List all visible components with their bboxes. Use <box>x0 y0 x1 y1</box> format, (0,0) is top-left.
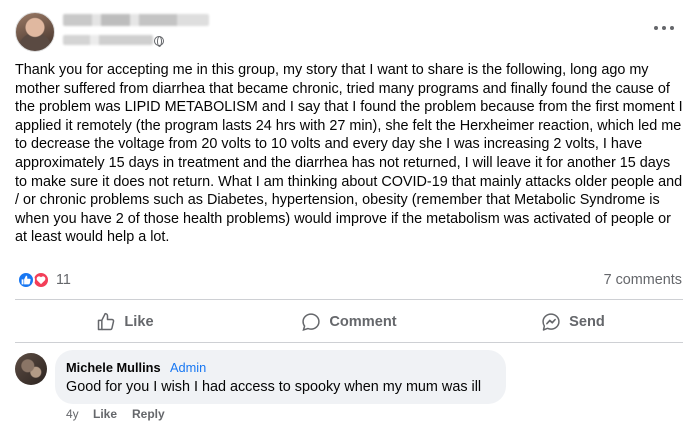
admin-badge: Admin <box>170 360 207 375</box>
divider <box>15 299 683 300</box>
send-button-label: Send <box>569 314 605 330</box>
comments-count[interactable]: 7 comments <box>604 272 682 288</box>
reactions-summary[interactable]: 11 <box>17 271 71 289</box>
comment-icon <box>302 313 321 332</box>
comment-bubble <box>55 350 506 404</box>
more-options-icon[interactable] <box>654 22 674 34</box>
commenter-name[interactable]: Michele Mullins <box>66 360 161 375</box>
post-body: Thank you for accepting me in this group… <box>15 62 683 246</box>
comment-button[interactable]: Comment <box>238 306 460 338</box>
like-reaction-icon <box>17 271 35 289</box>
divider <box>15 342 683 343</box>
comment-timestamp[interactable]: 4y <box>66 407 79 421</box>
reactions-count: 11 <box>56 272 71 288</box>
send-icon <box>542 313 560 331</box>
comment-button-label: Comment <box>329 314 397 330</box>
post-card: Thank you for accepting me in this group… <box>0 0 698 424</box>
author-name-redacted[interactable] <box>63 14 209 26</box>
comment-reply-link[interactable]: Reply <box>132 407 165 421</box>
post-timestamp-redacted[interactable] <box>63 35 153 45</box>
comment-text: Good for you I wish I had access to spoo… <box>66 379 482 395</box>
like-button[interactable]: Like <box>15 306 235 338</box>
like-icon <box>98 312 115 331</box>
globe-icon <box>154 36 164 47</box>
comment-like-link[interactable]: Like <box>93 407 117 421</box>
send-button[interactable]: Send <box>463 306 683 338</box>
like-button-label: Like <box>124 314 154 330</box>
commenter-avatar[interactable] <box>15 353 47 385</box>
author-avatar[interactable] <box>15 12 55 52</box>
